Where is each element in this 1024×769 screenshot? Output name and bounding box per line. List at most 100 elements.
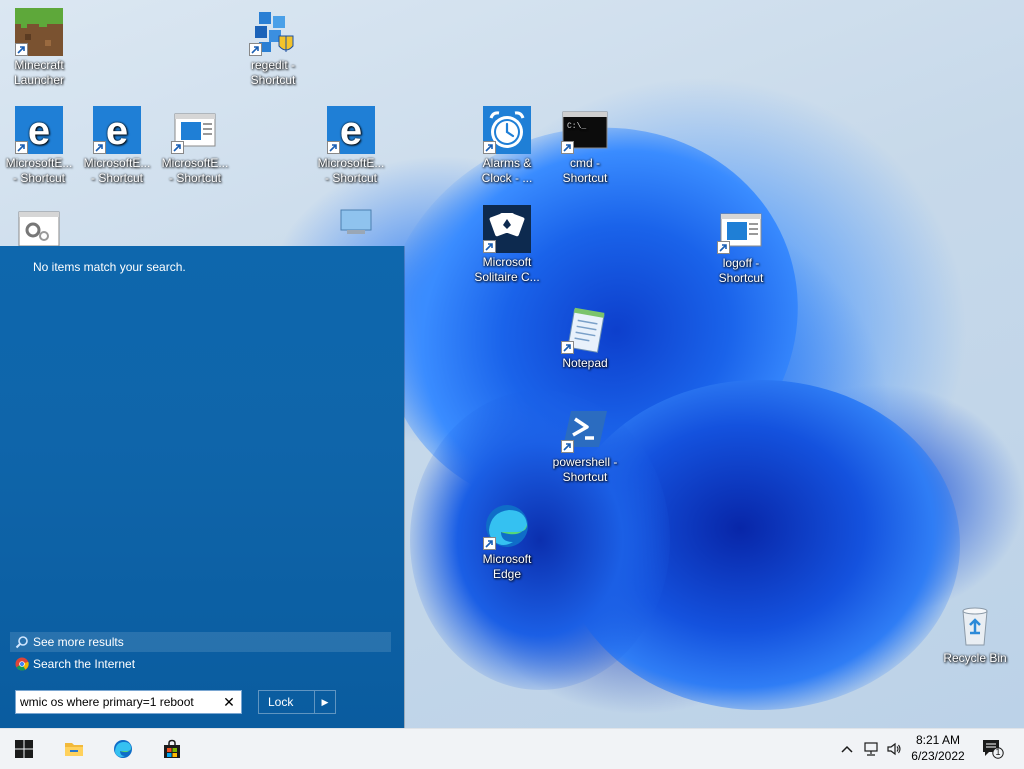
- power-button-group: Lock ▶: [258, 690, 336, 714]
- system-clock[interactable]: 8:21 AM 6/23/2022: [908, 732, 968, 764]
- ie-edge-icon: e: [93, 106, 141, 154]
- search-the-internet-label: Search the Internet: [33, 657, 136, 671]
- shortcut-arrow-icon: [249, 43, 262, 56]
- icon-label-line1: Notepad: [562, 356, 608, 370]
- shortcut-arrow-icon: [15, 43, 28, 56]
- search-input[interactable]: [20, 693, 210, 711]
- shortcut-arrow-icon: [483, 141, 496, 154]
- svg-text:e: e: [340, 109, 362, 153]
- store-bag-icon: [164, 739, 180, 758]
- svg-text:e: e: [106, 109, 128, 153]
- see-more-results-link[interactable]: See more results: [10, 632, 391, 652]
- shortcut-arrow-icon: [171, 141, 184, 154]
- desktop-icon-regedit[interactable]: regedit - Shortcut: [234, 8, 312, 88]
- shortcut-arrow-icon: [561, 440, 574, 453]
- taskbar: 8:21 AM 6/23/2022 1: [0, 728, 1024, 769]
- icon-label-line2: Launcher: [13, 73, 65, 87]
- desktop-icon-edge-shortcut-3[interactable]: MicrosoftE... - Shortcut: [156, 106, 234, 186]
- icon-label-line1: Recycle Bin: [943, 651, 1007, 665]
- no-results-message: No items match your search.: [33, 260, 186, 274]
- clear-search-icon[interactable]: ✕: [222, 695, 236, 709]
- minecraft-icon: [15, 8, 63, 56]
- icon-label-line2: Edge: [492, 567, 522, 581]
- volume-icon[interactable]: [886, 741, 902, 757]
- svg-text:C:\_: C:\_: [567, 122, 586, 131]
- ie-edge-icon: e: [327, 106, 375, 154]
- icon-label-line2: - Shortcut: [168, 171, 222, 185]
- icon-label-line1: MicrosoftE...: [317, 156, 385, 170]
- start-search-box[interactable]: ✕: [15, 690, 242, 714]
- notification-count-badge: 1: [995, 747, 1001, 757]
- desktop-icon-powershell[interactable]: powershell - Shortcut: [546, 405, 624, 485]
- network-icon[interactable]: [863, 741, 879, 757]
- shortcut-arrow-icon: [561, 341, 574, 354]
- powershell-icon: [561, 405, 609, 453]
- shortcut-arrow-icon: [93, 141, 106, 154]
- search-icon: [15, 636, 28, 649]
- folder-icon: [65, 743, 83, 756]
- icon-label-line2: Shortcut: [250, 73, 296, 87]
- desktop-icon-alarms-clock[interactable]: Alarms & Clock - ...: [468, 106, 546, 186]
- desktop-icon-solitaire[interactable]: Microsoft Solitaire C...: [468, 205, 546, 285]
- desktop-icon-cmd[interactable]: C:\_ cmd - Shortcut: [546, 106, 624, 186]
- windows-logo-icon: [15, 740, 33, 758]
- icon-label-line1: MicrosoftE...: [161, 156, 229, 170]
- show-hidden-icons-chevron-icon[interactable]: [839, 741, 855, 757]
- start-search-panel: No items match your search. See more res…: [0, 246, 404, 728]
- icon-label-line1: Minecraft: [14, 58, 64, 72]
- icon-label-line1: logoff -: [722, 256, 760, 270]
- icon-label-line1: Microsoft: [482, 552, 532, 566]
- taskbar-file-explorer[interactable]: [50, 729, 98, 769]
- icon-label-line2: - Shortcut: [90, 171, 144, 185]
- alarm-clock-icon: [483, 106, 531, 154]
- icon-label-line1: Microsoft: [482, 255, 532, 269]
- shortcut-arrow-icon: [483, 537, 496, 550]
- taskbar-store[interactable]: [148, 729, 196, 769]
- desktop-icon-microsoft-edge[interactable]: Microsoft Edge: [468, 502, 546, 582]
- icon-label-line1: powershell -: [552, 455, 618, 469]
- svg-text:e: e: [28, 109, 50, 153]
- clock-time: 8:21 AM: [915, 733, 961, 747]
- desktop-icon-minecraft-launcher[interactable]: Minecraft Launcher: [0, 8, 78, 88]
- notepad-icon: [561, 306, 609, 354]
- solitaire-cards-icon: [483, 205, 531, 253]
- regedit-icon: [249, 8, 297, 56]
- power-options-arrow-icon[interactable]: ▶: [314, 691, 335, 713]
- ie-edge-icon: e: [15, 106, 63, 154]
- desktop-icon-notepad[interactable]: Notepad: [546, 306, 624, 371]
- desktop-icon-edge-shortcut-1[interactable]: e MicrosoftE... - Shortcut: [0, 106, 78, 186]
- icon-label-line1: cmd -: [570, 156, 600, 170]
- cmd-icon: C:\_: [561, 106, 609, 154]
- chrome-icon: [15, 657, 29, 671]
- icon-label-line1: regedit -: [250, 58, 296, 72]
- window-app-icon: [717, 206, 765, 254]
- taskbar-edge[interactable]: [99, 729, 147, 769]
- icon-label-line2: Shortcut: [562, 470, 608, 484]
- search-the-internet-link[interactable]: Search the Internet: [10, 654, 391, 674]
- icon-label-line2: - Shortcut: [12, 171, 66, 185]
- icon-label-line2: Shortcut: [562, 171, 608, 185]
- icon-label-line2: - Shortcut: [324, 171, 378, 185]
- desktop-icon-edge-shortcut-2[interactable]: e MicrosoftE... - Shortcut: [78, 106, 156, 186]
- recycle-bin-icon: [951, 601, 999, 649]
- icon-label-line1: MicrosoftE...: [83, 156, 151, 170]
- edge-icon: [483, 502, 531, 550]
- start-button[interactable]: [0, 729, 48, 769]
- desktop-icon-logoff[interactable]: logoff - Shortcut: [702, 206, 780, 286]
- icon-label-line1: Alarms &: [482, 156, 532, 170]
- shortcut-arrow-icon: [327, 141, 340, 154]
- shortcut-arrow-icon: [15, 141, 28, 154]
- icon-label-line2: Clock - ...: [481, 171, 533, 185]
- shortcut-arrow-icon: [717, 241, 730, 254]
- desktop-icon-recycle-bin[interactable]: Recycle Bin: [936, 601, 1014, 666]
- window-app-icon: [171, 106, 219, 154]
- shortcut-arrow-icon: [561, 141, 574, 154]
- notification-center-button[interactable]: 1: [982, 739, 1004, 759]
- icon-label-line2: Solitaire C...: [474, 270, 540, 284]
- desktop-icon-edge-shortcut-4[interactable]: e MicrosoftE... - Shortcut: [312, 106, 390, 186]
- lock-button[interactable]: Lock: [259, 691, 315, 713]
- icon-label-line1: MicrosoftE...: [5, 156, 73, 170]
- see-more-results-label: See more results: [33, 635, 124, 649]
- edge-icon: [114, 740, 132, 758]
- shortcut-arrow-icon: [483, 240, 496, 253]
